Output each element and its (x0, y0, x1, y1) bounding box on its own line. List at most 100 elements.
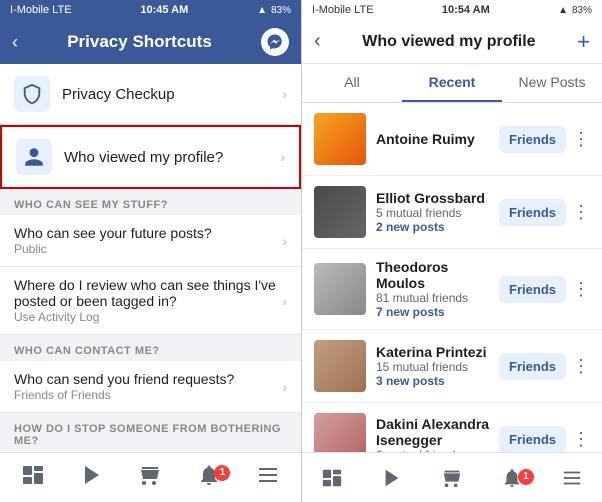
future-posts-title: Who can see your future posts? (14, 225, 282, 241)
messenger-icon (266, 33, 284, 51)
right-nav-bar: ‹ Who viewed my profile + (302, 20, 602, 64)
avatar (314, 340, 366, 392)
profile-info: Katerina Printezi 15 mutual friends 3 ne… (376, 344, 499, 388)
friend-requests-title: Who can send you friend requests? (14, 371, 282, 387)
right-nav-marketplace[interactable] (422, 467, 482, 489)
profile-info: Elliot Grossbard 5 mutual friends 2 new … (376, 190, 499, 234)
signal-icon: ▲ (257, 5, 267, 16)
friend-requests-item[interactable]: Who can send you friend requests? Friend… (0, 361, 301, 413)
activity-log-item[interactable]: Where do I review who can see things I'v… (0, 267, 301, 335)
section-header-contact: WHO CAN CONTACT ME? (0, 335, 301, 361)
list-item[interactable]: Antoine Ruimy Friends ⋮ (302, 103, 602, 176)
left-status-bar: I-Mobile LTE 10:45 AM ▲ 83% (0, 0, 301, 20)
list-item[interactable]: Theodoros Moulos 81 mutual friends 7 new… (302, 249, 602, 330)
avatar (314, 413, 366, 452)
profile-mutual: 5 mutual friends (376, 206, 499, 220)
privacy-checkup-item[interactable]: Privacy Checkup › (0, 64, 301, 125)
list-item[interactable]: Dakini Alexandra Isenegger 2 mutual frie… (302, 403, 602, 452)
left-nav-watch[interactable] (63, 463, 122, 493)
right-nav-menu[interactable] (542, 467, 602, 489)
profile-name: Theodoros Moulos (376, 259, 499, 291)
future-posts-item[interactable]: Who can see your future posts? Public › (0, 215, 301, 267)
tab-new-posts[interactable]: New Posts (502, 64, 602, 102)
right-nav-notifications[interactable]: 1 (482, 467, 542, 489)
right-menu-icon (561, 467, 583, 489)
profile-name: Katerina Printezi (376, 344, 499, 360)
left-status-icons: ▲ 83% (257, 5, 291, 16)
right-bottom-nav: 1 (302, 452, 602, 502)
right-nav-title: Who viewed my profile (321, 33, 577, 51)
watch-icon (80, 463, 104, 493)
profile-mutual: 15 mutual friends (376, 360, 499, 374)
tab-recent[interactable]: Recent (402, 64, 502, 102)
back-button[interactable]: ‹ (12, 32, 18, 53)
profile-new-posts: 2 new posts (376, 220, 499, 234)
chevron-icon: › (282, 86, 287, 102)
newsfeed-icon (21, 463, 45, 493)
activity-log-sub: Use Activity Log (14, 310, 282, 324)
list-item[interactable]: Elliot Grossbard 5 mutual friends 2 new … (302, 176, 602, 249)
privacy-checkup-icon (14, 76, 50, 112)
friends-button[interactable]: Friends (499, 199, 566, 226)
future-posts-sub: Public (14, 242, 282, 256)
friends-button[interactable]: Friends (499, 353, 566, 380)
right-newsfeed-icon (321, 467, 343, 489)
list-item[interactable]: Katerina Printezi 15 mutual friends 3 ne… (302, 330, 602, 403)
more-icon[interactable]: ⋮ (572, 356, 590, 377)
profile-mutual: 81 mutual friends (376, 291, 499, 305)
add-button[interactable]: + (577, 29, 590, 55)
left-nav-menu[interactable] (238, 463, 297, 493)
left-nav-notifications[interactable]: 1 (180, 463, 239, 493)
friends-button[interactable]: Friends (499, 276, 566, 303)
left-nav-marketplace[interactable] (121, 463, 180, 493)
menu-icon (256, 463, 280, 493)
friends-button[interactable]: Friends (499, 426, 566, 453)
left-menu-list: Privacy Checkup › Who viewed my profile?… (0, 64, 301, 452)
chevron-icon-5: › (282, 379, 287, 395)
profile-info: Dakini Alexandra Isenegger 2 mutual frie… (376, 416, 499, 452)
activity-log-title: Where do I review who can see things I'v… (14, 277, 282, 309)
right-carrier: I-Mobile LTE (312, 4, 374, 16)
friend-requests-sub: Friends of Friends (14, 388, 282, 402)
more-icon[interactable]: ⋮ (572, 279, 590, 300)
right-time: 10:54 AM (442, 4, 490, 16)
messenger-button[interactable] (261, 28, 289, 56)
notifications-badge: 1 (214, 465, 230, 481)
avatar (314, 186, 366, 238)
who-viewed-profile-item[interactable]: Who viewed my profile? › (0, 125, 301, 189)
left-carrier: I-Mobile LTE (10, 4, 72, 16)
left-nav-newsfeed[interactable] (4, 463, 63, 493)
left-time: 10:45 AM (140, 4, 188, 16)
who-viewed-label: Who viewed my profile? (64, 149, 280, 166)
right-battery-icon: 83% (572, 5, 592, 16)
shield-icon (21, 83, 43, 105)
more-icon[interactable]: ⋮ (572, 202, 590, 223)
profile-info: Antoine Ruimy (376, 131, 499, 147)
section-header-block: HOW DO I STOP SOMEONE FROM BOTHERING ME? (0, 413, 301, 451)
chevron-icon-3: › (282, 233, 287, 249)
right-notifications-badge: 1 (518, 469, 534, 485)
friends-button[interactable]: Friends (499, 126, 566, 153)
profile-name: Elliot Grossbard (376, 190, 499, 206)
right-status-bar: I-Mobile LTE 10:54 AM ▲ 83% (302, 0, 602, 20)
right-status-icons: ▲ 83% (558, 5, 592, 16)
left-nav-title: Privacy Shortcuts (67, 32, 212, 52)
marketplace-icon (138, 463, 162, 493)
right-nav-watch[interactable] (362, 467, 422, 489)
profile-list: Antoine Ruimy Friends ⋮ Elliot Grossbard… (302, 103, 602, 452)
right-back-button[interactable]: ‹ (314, 30, 321, 53)
profile-new-posts: 7 new posts (376, 305, 499, 319)
profile-new-posts: 3 new posts (376, 374, 499, 388)
battery-icon: 83% (271, 5, 291, 16)
right-nav-newsfeed[interactable] (302, 467, 362, 489)
tab-all[interactable]: All (302, 64, 402, 102)
left-bottom-nav: 1 (0, 452, 301, 502)
profile-name: Dakini Alexandra Isenegger (376, 416, 499, 448)
person-icon (23, 146, 45, 168)
right-marketplace-icon (441, 467, 463, 489)
more-icon[interactable]: ⋮ (572, 129, 590, 150)
profile-info: Theodoros Moulos 81 mutual friends 7 new… (376, 259, 499, 319)
more-icon[interactable]: ⋮ (572, 429, 590, 450)
right-panel: I-Mobile LTE 10:54 AM ▲ 83% ‹ Who viewed… (301, 0, 602, 502)
who-viewed-icon-bg (16, 139, 52, 175)
